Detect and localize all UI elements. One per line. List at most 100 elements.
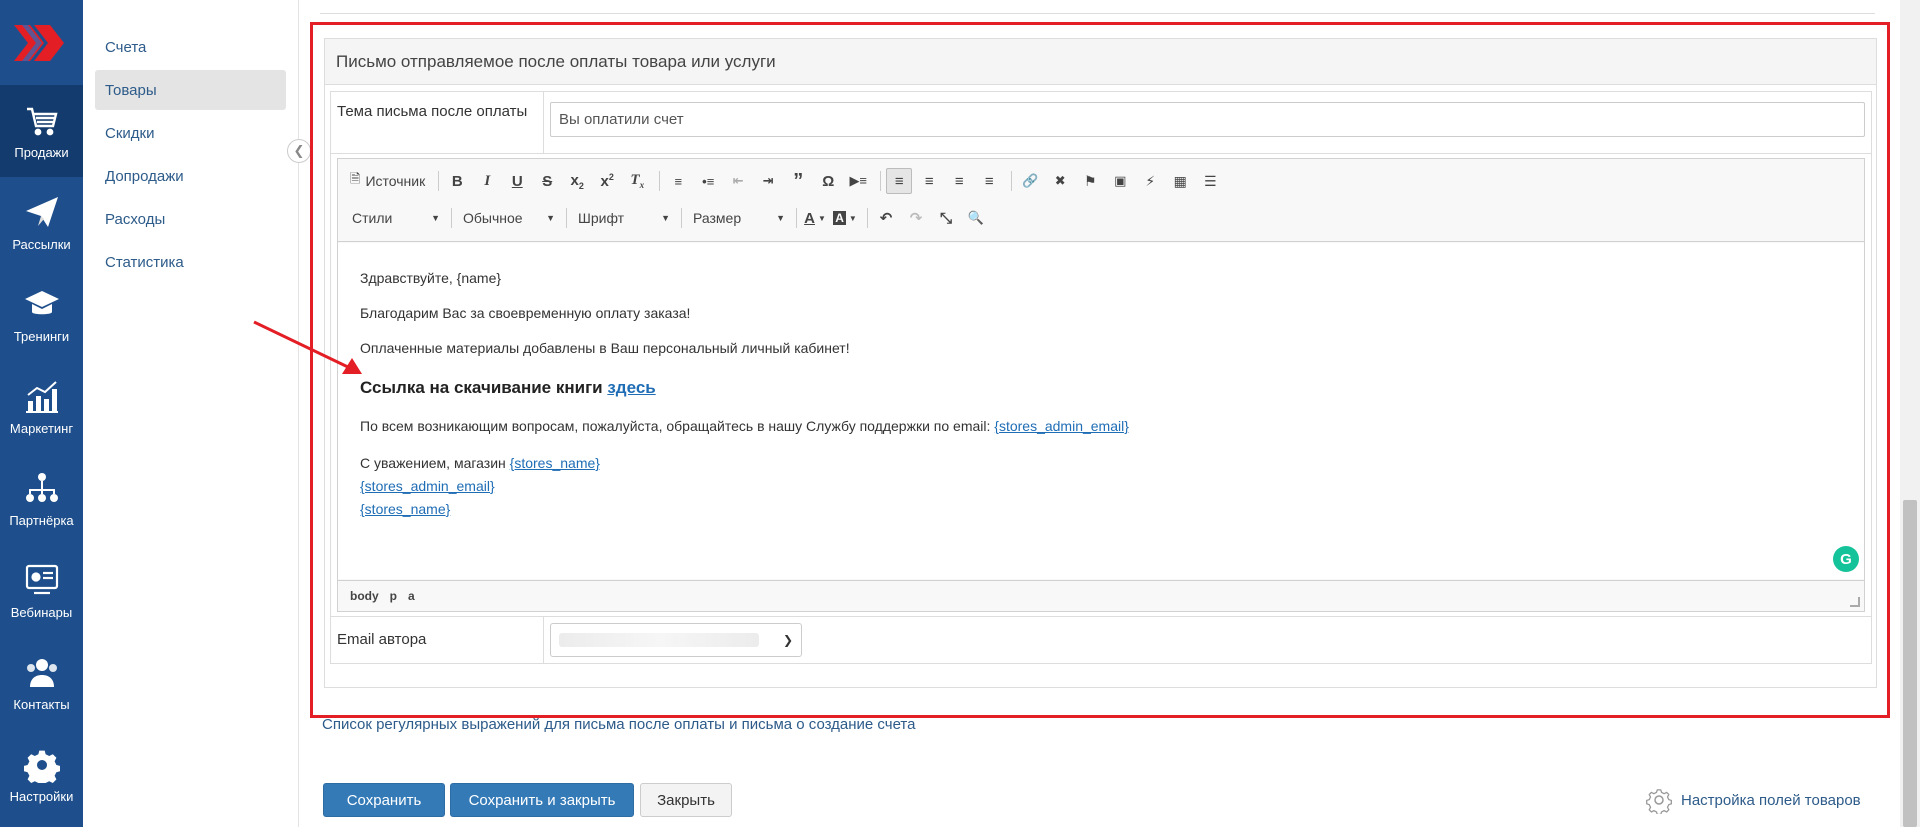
unlink-button[interactable]: ✖: [1047, 168, 1073, 194]
undo-button[interactable]: ↶: [873, 205, 899, 231]
nav-label: Рассылки: [12, 236, 71, 252]
support-line: По всем возникающим вопросам, пожалуйста…: [360, 417, 1842, 435]
download-link[interactable]: здесь: [607, 378, 655, 397]
path-body[interactable]: body: [350, 589, 379, 603]
link-button[interactable]: 🔗: [1017, 168, 1043, 194]
support-text: По всем возникающим вопросам, пожалуйста…: [360, 418, 995, 434]
product-fields-settings-link[interactable]: Настройка полей товаров: [1645, 786, 1861, 814]
author-email-select[interactable]: ❯: [550, 623, 802, 657]
blockquote-button[interactable]: ”: [785, 168, 811, 194]
flash-button[interactable]: ⚡: [1137, 168, 1163, 194]
bar-chart-icon: [25, 380, 58, 413]
maximize-button[interactable]: ⤡: [933, 205, 959, 231]
remove-format-button[interactable]: Tx: [624, 168, 650, 194]
block-button[interactable]: ▶≡: [845, 168, 871, 194]
nav-label: Продажи: [14, 144, 69, 160]
nav-item-marketing[interactable]: Маркетинг: [0, 361, 83, 453]
styles-dropdown[interactable]: Стили ▼: [346, 205, 446, 231]
subnav-item-invoices[interactable]: Счета: [95, 27, 286, 67]
subject-input[interactable]: [550, 102, 1865, 137]
nav-item-partners[interactable]: Партнёрка: [0, 453, 83, 545]
bulleted-list-button[interactable]: •≡: [695, 168, 721, 194]
nav-item-contacts[interactable]: Контакты: [0, 637, 83, 729]
align-right-button[interactable]: ≡: [946, 168, 972, 194]
network-icon: [25, 472, 58, 502]
text-color-button[interactable]: A ▼: [802, 205, 828, 231]
download-line: Ссылка на скачивание книги здесь: [360, 379, 1842, 397]
toolbar-separator: [880, 171, 882, 191]
anchor-button[interactable]: ⚑: [1077, 168, 1103, 194]
size-dropdown[interactable]: Размер ▼: [687, 205, 791, 231]
nav-item-trainings[interactable]: Тренинги: [0, 269, 83, 361]
link-icon: 🔗: [1022, 173, 1039, 188]
strikethrough-button[interactable]: S: [534, 168, 560, 194]
table-button[interactable]: ▦: [1167, 168, 1193, 194]
flash-icon: ⚡: [1145, 172, 1156, 189]
indent-button[interactable]: ⇥: [755, 168, 781, 194]
editor-content[interactable]: Здравствуйте, {name} Благодарим Вас за с…: [338, 243, 1864, 579]
regex-list-link[interactable]: Список регулярных выражений для письма п…: [322, 716, 915, 733]
save-close-button[interactable]: Сохранить и закрыть: [450, 783, 634, 817]
nav-item-settings[interactable]: Настройки: [0, 729, 83, 821]
italic-button[interactable]: I: [474, 168, 500, 194]
justify-icon: ≡: [984, 172, 994, 190]
align-left-button[interactable]: ≡: [886, 168, 913, 194]
grammarly-icon[interactable]: G: [1833, 546, 1859, 572]
format-label: Обычное: [463, 210, 523, 226]
format-dropdown[interactable]: Обычное ▼: [457, 205, 561, 231]
page-scrollbar[interactable]: [1900, 0, 1920, 827]
path-a[interactable]: a: [408, 589, 415, 603]
redo-button[interactable]: ↷: [903, 205, 929, 231]
bg-color-button[interactable]: A ▼: [832, 205, 858, 231]
preview-button[interactable]: 🔍: [963, 205, 989, 231]
signature-name-link[interactable]: {stores_name}: [360, 501, 450, 517]
superscript-button[interactable]: x2: [594, 168, 620, 194]
resize-handle[interactable]: [1850, 597, 1860, 607]
scrollbar-thumb[interactable]: [1903, 500, 1917, 827]
nav-label: Настройки: [9, 788, 74, 804]
align-center-button[interactable]: ≡: [916, 168, 942, 194]
font-dropdown[interactable]: Шрифт ▼: [572, 205, 676, 231]
save-button[interactable]: Сохранить: [323, 783, 445, 817]
subnav-item-statistics[interactable]: Статистика: [95, 242, 286, 282]
flag-icon: ⚑: [1083, 172, 1097, 189]
italic-icon: I: [484, 172, 491, 189]
path-p[interactable]: p: [390, 589, 397, 603]
subnav-item-upsells[interactable]: Допродажи: [95, 156, 286, 196]
subnav-item-discounts[interactable]: Скидки: [95, 113, 286, 153]
image-icon: ▣: [1114, 173, 1127, 188]
bold-button[interactable]: B: [444, 168, 470, 194]
store-name-link[interactable]: {stores_name}: [510, 455, 600, 471]
settings-link-label: Настройка полей товаров: [1681, 791, 1861, 809]
nav-item-webinars[interactable]: Вебинары: [0, 545, 83, 637]
author-email-label: Email автора: [331, 617, 544, 663]
logo[interactable]: [0, 0, 83, 85]
thanks-text: Благодарим Вас за своевременную оплату з…: [360, 305, 691, 321]
numbered-list-button[interactable]: ≡: [665, 168, 691, 194]
paper-plane-icon: [25, 196, 58, 227]
close-button[interactable]: Закрыть: [640, 783, 732, 817]
chevron-down-icon: ❯: [782, 633, 793, 647]
underline-button[interactable]: U: [504, 168, 530, 194]
subscript-icon: x2: [570, 171, 584, 191]
source-icon: 🗎: [350, 171, 361, 186]
signature-email-link[interactable]: {stores_admin_email}: [360, 478, 495, 494]
toolbar-row-2: Стили ▼ Обычное ▼ Шрифт ▼ Размер ▼ A ▼ A…: [346, 202, 1856, 234]
font-label: Шрифт: [578, 210, 625, 226]
subscript-button[interactable]: x2: [564, 168, 590, 194]
subnav-item-expenses[interactable]: Расходы: [95, 199, 286, 239]
subnav-item-products[interactable]: Товары: [95, 70, 286, 110]
special-char-button[interactable]: Ω: [815, 168, 841, 194]
regards-text: С уважением, магазин: [360, 455, 510, 471]
nav-label: Вебинары: [10, 604, 73, 620]
nav-item-mailings[interactable]: Рассылки: [0, 177, 83, 269]
toolbar-separator: [566, 208, 567, 228]
image-button[interactable]: ▣: [1107, 168, 1133, 194]
nav-item-sales[interactable]: Продажи: [0, 85, 83, 177]
horizontal-rule-button[interactable]: ☰: [1197, 168, 1223, 194]
support-email-link[interactable]: {stores_admin_email}: [994, 418, 1129, 434]
justify-button[interactable]: ≡: [976, 168, 1002, 194]
outdent-button[interactable]: ⇤: [725, 168, 751, 194]
source-button[interactable]: 🗎 Источник: [346, 168, 429, 194]
caret-down-icon: ▼: [776, 213, 785, 223]
